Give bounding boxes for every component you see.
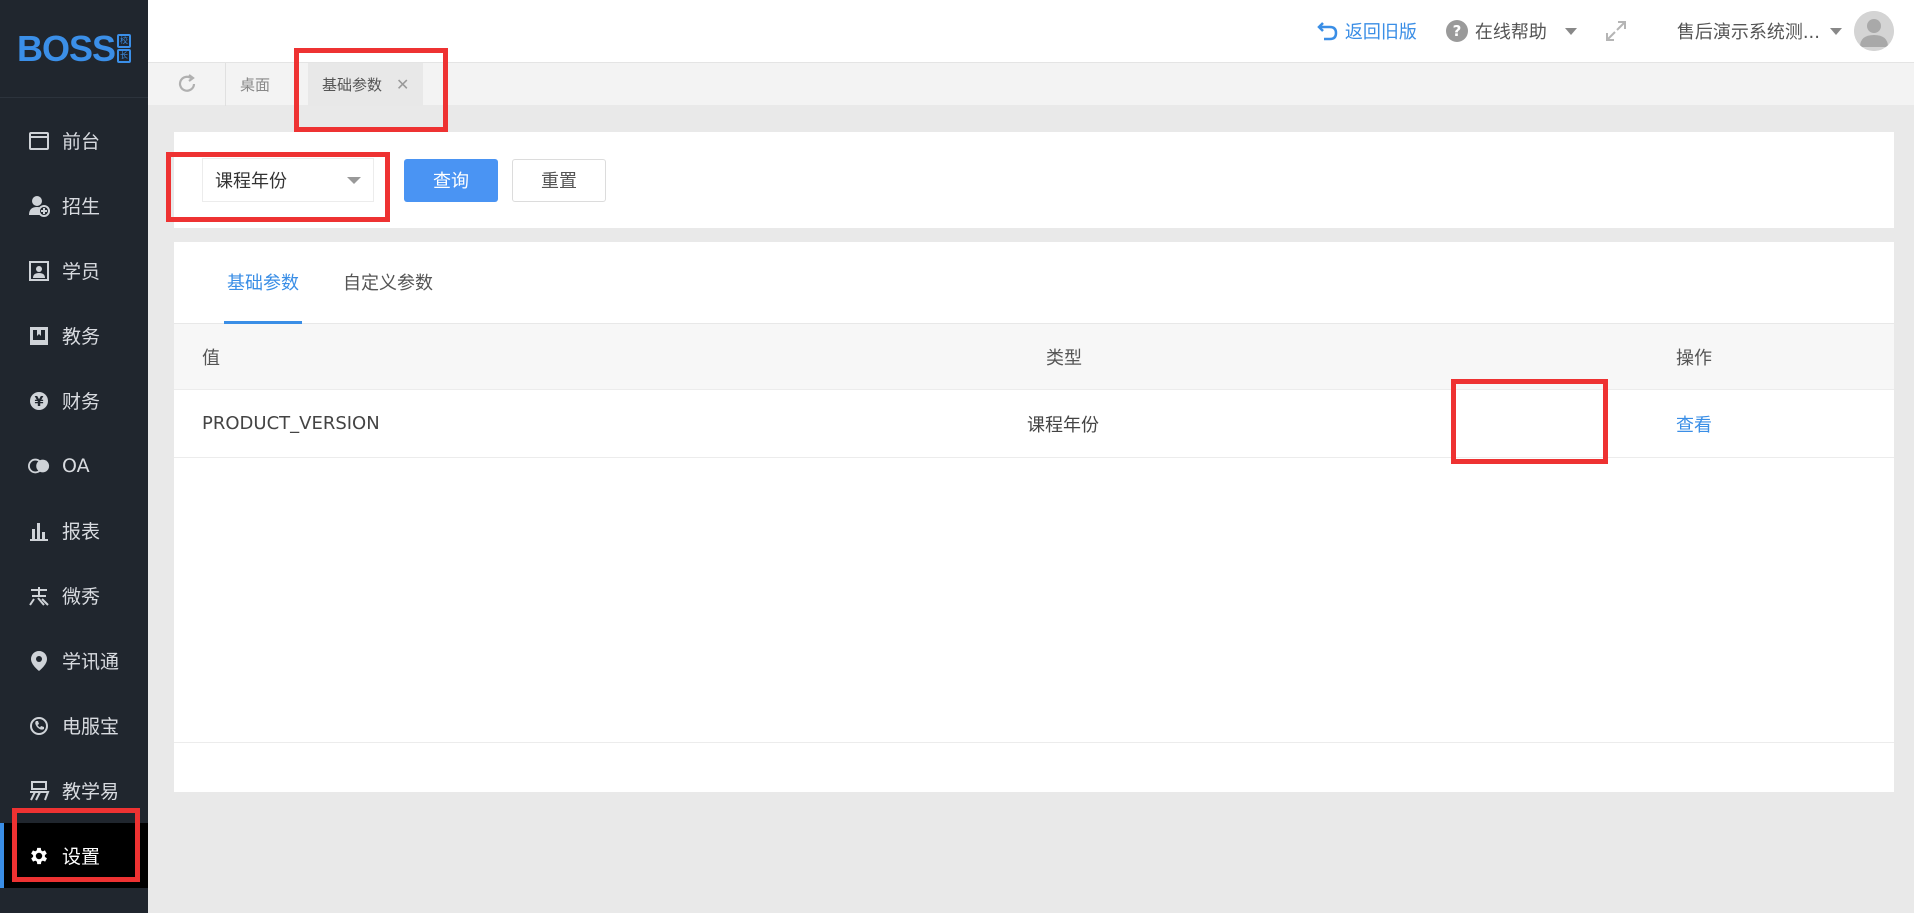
top-header: 返回旧版 ? 在线帮助 售后演示系统测... xyxy=(148,0,1914,62)
sidebar-item-enrollment[interactable]: 招生 xyxy=(0,173,148,238)
logo[interactable]: BOSS 校 长 xyxy=(0,0,148,98)
sidebar-item-dianfubao[interactable]: 电服宝 xyxy=(0,693,148,758)
tab-basic-params[interactable]: 基础参数 ✕ xyxy=(308,62,424,106)
sidebar-item-jiaoxueyi[interactable]: 教学易 xyxy=(0,758,148,823)
help-icon: ? xyxy=(1445,19,1469,43)
sidebar-item-students[interactable]: 学员 xyxy=(0,238,148,303)
location-icon xyxy=(28,650,50,672)
help-label: 在线帮助 xyxy=(1474,22,1547,43)
refresh-icon xyxy=(175,72,199,96)
logo-badge-top: 校 xyxy=(117,33,132,48)
tab-basic-params-list[interactable]: 基础参数 xyxy=(224,241,302,324)
cell-type: 课程年份 xyxy=(1027,414,1099,436)
tab-desktop[interactable]: 桌面 xyxy=(226,63,284,106)
sidebar: BOSS 校 长 前台 招生 学员 教务 ¥ 财务 OA 报表 微秀 学讯通 电… xyxy=(0,0,148,913)
bar-chart-icon xyxy=(28,520,50,542)
gear-icon xyxy=(28,845,50,867)
svg-text:?: ? xyxy=(1452,22,1461,40)
logo-badge-bottom: 长 xyxy=(117,48,132,63)
back-to-old-version-link[interactable]: 返回旧版 xyxy=(1317,18,1417,44)
params-panel: 基础参数 自定义参数 值 类型 操作 PRODUCT_VERSION 课程年份 … xyxy=(174,242,1894,792)
book-icon xyxy=(28,325,50,347)
column-header-action: 操作 xyxy=(1676,347,1712,369)
online-help-menu[interactable]: ? 在线帮助 xyxy=(1445,18,1577,44)
logo-badge: 校 长 xyxy=(117,33,132,64)
sidebar-item-label: 设置 xyxy=(62,846,101,868)
sidebar-item-academic[interactable]: 教务 xyxy=(0,303,148,368)
view-link[interactable]: 查看 xyxy=(1676,415,1712,436)
chevron-down-icon xyxy=(347,176,361,184)
undo-icon xyxy=(1317,20,1339,42)
sidebar-item-settings[interactable]: 设置 xyxy=(0,823,148,888)
sidebar-item-label: 学讯通 xyxy=(62,651,120,673)
sidebar-item-label: OA xyxy=(62,454,90,477)
yi-icon xyxy=(28,780,50,802)
type-select-value: 课程年份 xyxy=(215,171,287,192)
table-footer xyxy=(174,742,1894,792)
sidebar-item-oa[interactable]: OA xyxy=(0,433,148,498)
sidebar-item-label: 报表 xyxy=(62,521,101,543)
sidebar-item-label: 学员 xyxy=(62,261,101,283)
tab-custom-params[interactable]: 自定义参数 xyxy=(340,241,436,323)
chevron-down-icon xyxy=(1830,27,1842,35)
page-tabs-bar: 桌面 基础参数 ✕ xyxy=(148,62,1914,106)
yen-icon: ¥ xyxy=(28,390,50,412)
expand-icon xyxy=(1605,20,1627,42)
sidebar-item-label: 微秀 xyxy=(62,586,101,608)
user-add-icon xyxy=(28,195,50,217)
reset-button[interactable]: 重置 xyxy=(512,158,606,202)
refresh-button[interactable] xyxy=(148,62,226,106)
tab-label: 基础参数 xyxy=(322,75,383,94)
sidebar-item-label: 财务 xyxy=(62,391,101,413)
xiu-icon xyxy=(28,585,50,607)
user-menu[interactable]: 售后演示系统测... xyxy=(1677,11,1894,51)
sidebar-item-label: 教务 xyxy=(62,326,101,348)
phone-icon xyxy=(28,715,50,737)
table-header: 值 类型 操作 xyxy=(174,324,1894,390)
sidebar-item-front-desk[interactable]: 前台 xyxy=(0,108,148,173)
back-label: 返回旧版 xyxy=(1344,22,1417,43)
type-select[interactable]: 课程年份 xyxy=(202,158,374,202)
chat-icon xyxy=(28,455,50,477)
sidebar-item-label: 教学易 xyxy=(62,781,120,803)
avatar xyxy=(1854,11,1894,51)
filter-panel: 课程年份 查询 重置 xyxy=(174,132,1894,228)
svg-text:¥: ¥ xyxy=(34,395,43,410)
cell-action: 查看 xyxy=(1394,411,1894,437)
user-name: 售后演示系统测... xyxy=(1676,22,1820,43)
logo-text: BOSS xyxy=(16,27,116,69)
sidebar-item-label: 电服宝 xyxy=(62,716,120,738)
table-row: PRODUCT_VERSION 课程年份 查看 xyxy=(174,390,1894,458)
id-card-icon xyxy=(28,260,50,282)
sidebar-item-label: 招生 xyxy=(62,196,101,218)
sidebar-item-xuexuntong[interactable]: 学讯通 xyxy=(0,628,148,693)
sidebar-item-label: 前台 xyxy=(62,131,101,153)
sidebar-item-finance[interactable]: ¥ 财务 xyxy=(0,368,148,433)
sidebar-nav: 前台 招生 学员 教务 ¥ 财务 OA 报表 微秀 学讯通 电服宝 教学易 设置 xyxy=(0,98,148,888)
params-tabs: 基础参数 自定义参数 xyxy=(174,242,1894,324)
cell-value: PRODUCT_VERSION xyxy=(202,413,380,434)
query-button[interactable]: 查询 xyxy=(404,158,498,202)
close-icon[interactable]: ✕ xyxy=(396,75,409,94)
chevron-down-icon xyxy=(1564,27,1577,35)
tab-label: 桌面 xyxy=(240,75,271,94)
sidebar-item-reports[interactable]: 报表 xyxy=(0,498,148,563)
window-icon xyxy=(28,130,50,152)
column-header-value: 值 xyxy=(202,347,220,369)
sidebar-item-weixiu[interactable]: 微秀 xyxy=(0,563,148,628)
column-header-type: 类型 xyxy=(1046,347,1082,369)
fullscreen-button[interactable] xyxy=(1605,20,1627,42)
